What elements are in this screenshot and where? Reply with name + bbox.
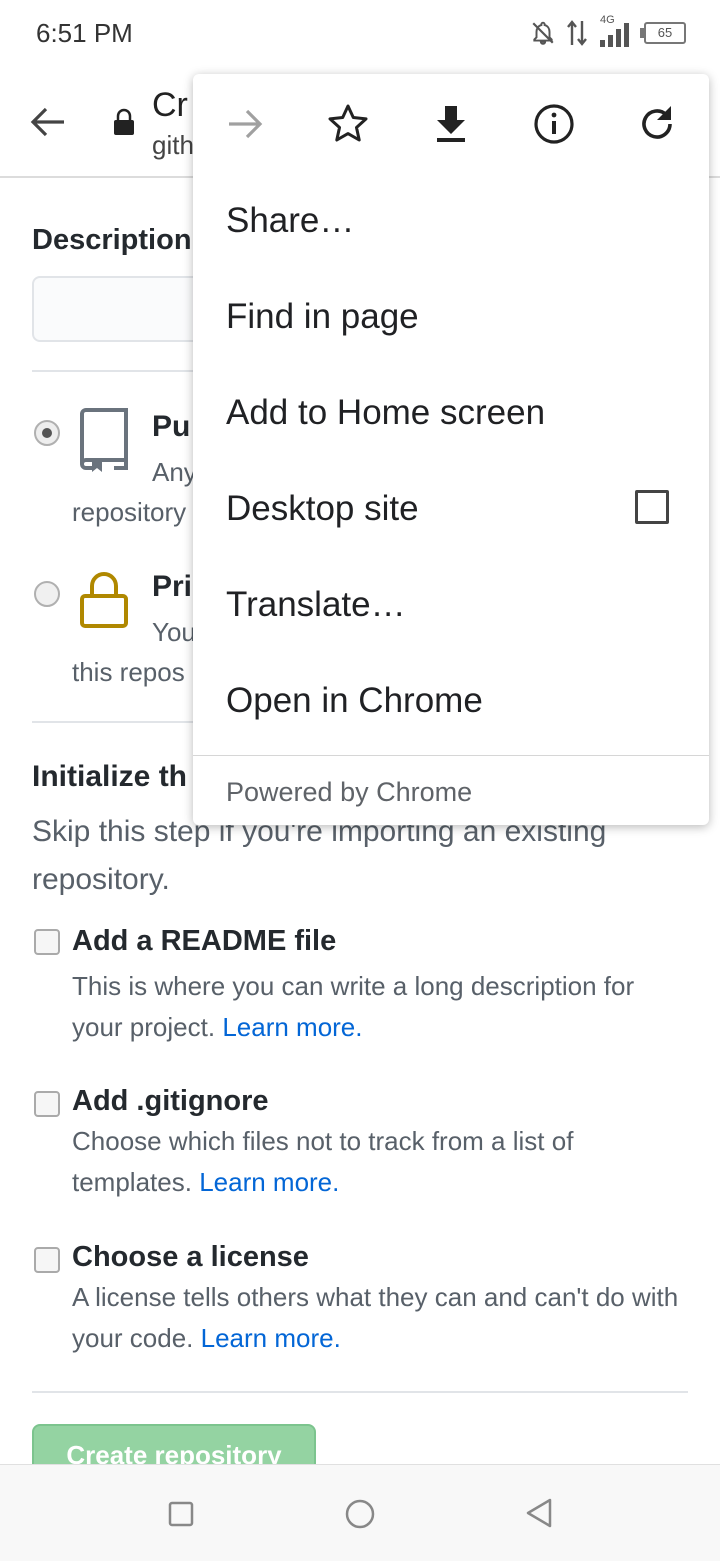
network-type: 4G (600, 14, 615, 26)
license-desc: A license tells others what they can and… (72, 1277, 687, 1359)
private-desc-line1: You (152, 617, 196, 647)
initialize-title: Initialize th (32, 760, 188, 793)
recents-icon[interactable] (168, 1501, 194, 1527)
readme-desc: This is where you can write a long descr… (72, 966, 687, 1048)
gitignore-learn-more-link[interactable]: Learn more. (199, 1167, 339, 1197)
readme-title[interactable]: Add a README file (72, 925, 336, 958)
private-radio[interactable] (34, 581, 60, 607)
lock-icon (114, 108, 134, 135)
license-checkbox[interactable] (34, 1247, 60, 1273)
battery-level: 65 (657, 25, 673, 40)
menu-item-find-in-page[interactable]: Find in page (226, 297, 419, 337)
reload-icon[interactable] (635, 102, 679, 146)
back-arrow-icon[interactable] (28, 102, 68, 142)
home-icon[interactable] (344, 1498, 376, 1530)
menu-item-translate[interactable]: Translate… (226, 585, 406, 625)
system-nav-bar (0, 1464, 720, 1561)
readme-checkbox[interactable] (34, 929, 60, 955)
gitignore-title[interactable]: Add .gitignore (72, 1085, 269, 1118)
chrome-overflow-menu: Share… Find in page Add to Home screen D… (193, 74, 709, 825)
public-title[interactable]: Pu (152, 410, 190, 444)
menu-item-add-to-home-screen[interactable]: Add to Home screen (226, 393, 545, 433)
license-learn-more-link[interactable]: Learn more. (201, 1323, 341, 1353)
private-desc-line2: this repos (72, 657, 185, 687)
download-icon[interactable] (429, 102, 473, 146)
powered-by-chrome: Powered by Chrome (226, 777, 473, 807)
data-transfer-icon (567, 20, 587, 46)
forward-icon[interactable] (223, 102, 267, 146)
divider (32, 1391, 688, 1393)
menu-item-open-in-chrome[interactable]: Open in Chrome (226, 681, 483, 721)
desktop-site-checkbox[interactable] (635, 490, 669, 524)
lock-private-icon (80, 572, 128, 628)
readme-learn-more-link[interactable]: Learn more. (222, 1012, 362, 1042)
private-title[interactable]: Pri (152, 570, 192, 604)
page-title[interactable]: Cr (152, 86, 188, 125)
public-desc-line1: Any (152, 457, 197, 487)
status-icons: 4G 65 (530, 14, 686, 50)
gitignore-checkbox[interactable] (34, 1091, 60, 1117)
notifications-off-icon (532, 21, 554, 45)
bookmark-star-icon[interactable] (326, 102, 370, 146)
menu-item-share[interactable]: Share… (226, 201, 354, 241)
license-desc-text: A license tells others what they can and… (72, 1282, 679, 1353)
menu-divider (193, 755, 709, 756)
menu-icon-row (193, 74, 709, 174)
repo-book-icon (80, 408, 128, 472)
info-icon[interactable] (532, 102, 576, 146)
page-url[interactable]: gith (152, 130, 194, 161)
menu-item-desktop-site[interactable]: Desktop site (226, 489, 419, 529)
battery-icon: 65 (640, 22, 686, 44)
signal-icon: 4G (598, 14, 634, 48)
back-nav-icon[interactable] (524, 1497, 554, 1529)
public-radio[interactable] (34, 420, 60, 446)
gitignore-desc: Choose which files not to track from a l… (72, 1121, 687, 1203)
description-label: Description (32, 224, 192, 256)
status-bar: 6:51 PM 4G 65 (0, 0, 720, 70)
public-desc-line2: repository (72, 497, 187, 527)
license-title[interactable]: Choose a license (72, 1241, 309, 1274)
status-time: 6:51 PM (36, 18, 133, 48)
